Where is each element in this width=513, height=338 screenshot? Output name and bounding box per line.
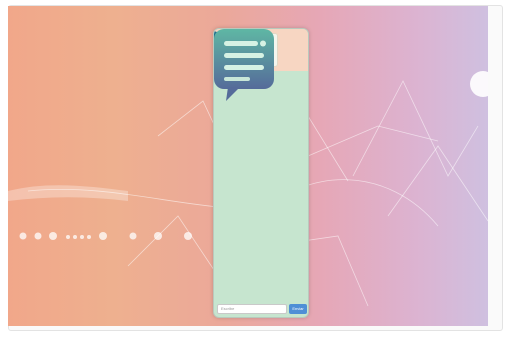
- chat-bubble-icon: [214, 29, 274, 101]
- mobile-app-preview: Escribe Enviar: [213, 28, 309, 318]
- background: Escribe Enviar: [8, 6, 488, 326]
- send-button[interactable]: Enviar: [289, 304, 307, 314]
- message-input[interactable]: Escribe: [217, 304, 287, 314]
